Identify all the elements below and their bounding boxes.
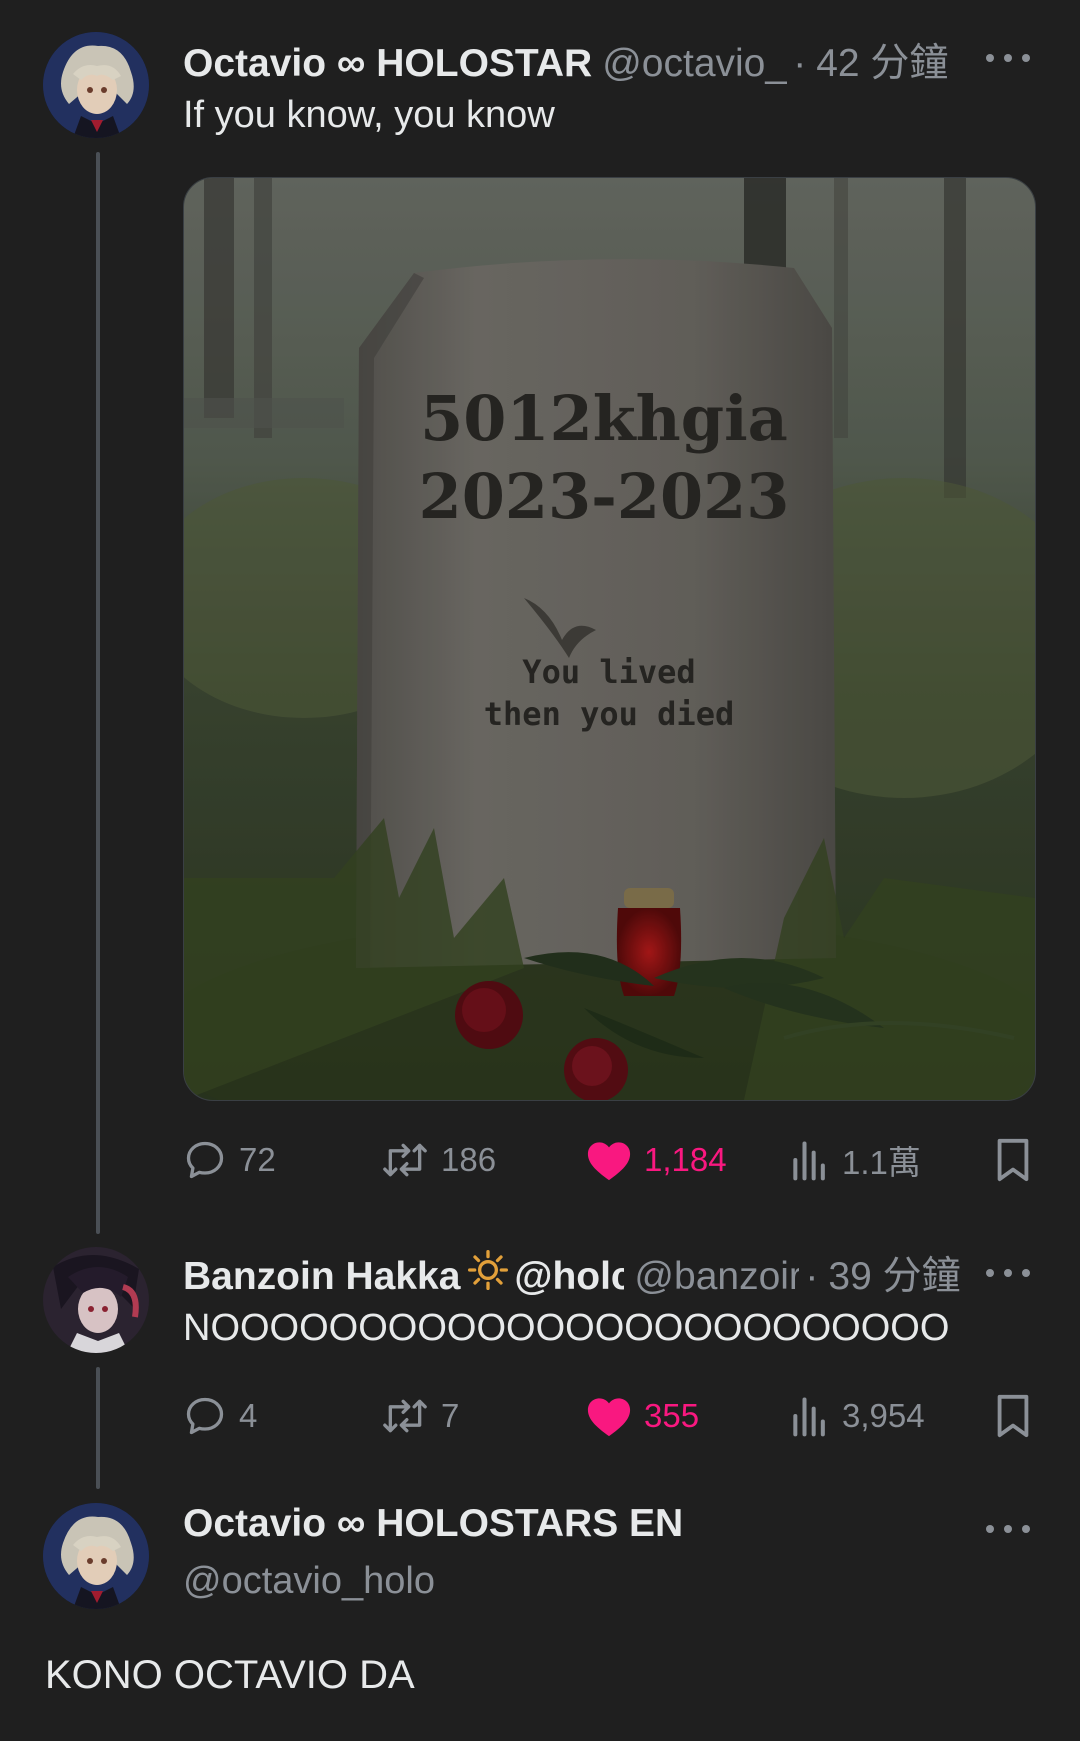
- display-name-extra: @holc: [514, 1255, 625, 1298]
- reply-icon: [186, 1397, 224, 1435]
- tweet-text: If you know, you know: [183, 94, 555, 136]
- tweet-header: Banzoin Hakka @holc @banzoir · 39 分鐘: [183, 1245, 961, 1298]
- more-options-icon[interactable]: [986, 1519, 1030, 1539]
- avatar[interactable]: [43, 1247, 149, 1353]
- views-icon: [793, 1141, 825, 1181]
- views-count: 3,954: [842, 1397, 925, 1434]
- repost-icon: [383, 1143, 427, 1177]
- display-name-first: Octavio: [183, 42, 327, 85]
- user-handle[interactable]: @octavio_l: [602, 42, 787, 86]
- display-name-suffix: HOLOSTAR: [376, 42, 593, 85]
- display-name[interactable]: Octavio ∞ HOLOSTARS EN: [183, 1501, 683, 1546]
- tweet-text: KONO OCTAVIO DA: [45, 1653, 415, 1697]
- infinity-icon: ∞: [336, 41, 366, 85]
- repost-count: 186: [441, 1141, 497, 1178]
- timestamp[interactable]: 39 分鐘: [828, 1245, 960, 1301]
- avatar[interactable]: [43, 32, 149, 138]
- like-button[interactable]: 1,184: [586, 1135, 727, 1185]
- display-name[interactable]: Octavio ∞ HOLOSTAR: [183, 41, 592, 86]
- repost-count: 7: [441, 1397, 460, 1434]
- repost-button[interactable]: 186: [381, 1135, 496, 1185]
- like-count: 1,184: [644, 1141, 727, 1178]
- tweet-header: Octavio ∞ HOLOSTARS EN: [183, 1501, 683, 1551]
- heart-icon: [587, 1142, 631, 1181]
- reply-count: 4: [239, 1397, 258, 1434]
- reply-button[interactable]: 4: [183, 1391, 257, 1441]
- like-button[interactable]: 355: [586, 1391, 699, 1441]
- separator-dot: ·: [793, 42, 807, 85]
- views-count: 1.1萬: [842, 1144, 921, 1181]
- sun-icon: [468, 1250, 509, 1290]
- infinity-icon: ∞: [336, 1501, 366, 1545]
- bookmark-button[interactable]: [993, 1391, 1033, 1441]
- thread-line: [96, 152, 100, 1234]
- tweet-actions: 72 186 1,184 1.1萬: [183, 1135, 1033, 1185]
- tweet-image[interactable]: 5012khgia 2023-2023 You lived then you d…: [183, 177, 1036, 1101]
- bookmark-button[interactable]: [993, 1135, 1033, 1185]
- tweet-actions: 4 7 355 3,954: [183, 1391, 1033, 1441]
- tweet-text: NOOOOOOOOOOOOOOOOOOOOOOOOO: [183, 1307, 950, 1349]
- reply-icon: [186, 1141, 224, 1179]
- reply-count: 72: [239, 1141, 276, 1178]
- user-handle[interactable]: @octavio_holo: [183, 1560, 435, 1603]
- views-button[interactable]: 1.1萬: [790, 1135, 921, 1185]
- like-count: 355: [644, 1397, 700, 1434]
- more-options-icon[interactable]: [986, 1263, 1030, 1283]
- thread-line: [96, 1367, 100, 1489]
- separator-dot: ·: [805, 1255, 819, 1298]
- display-name-first: Octavio: [183, 1502, 327, 1545]
- bookmark-icon: [997, 1394, 1029, 1438]
- more-options-icon[interactable]: [986, 48, 1030, 68]
- views-button[interactable]: 3,954: [790, 1391, 925, 1441]
- timestamp[interactable]: 42 分鐘: [816, 32, 948, 88]
- avatar[interactable]: [43, 1503, 149, 1609]
- reply-button[interactable]: 72: [183, 1135, 276, 1185]
- bookmark-icon: [997, 1138, 1029, 1182]
- repost-button[interactable]: 7: [381, 1391, 459, 1441]
- display-name-first: Banzoin Hakka: [183, 1255, 461, 1298]
- tweet-header: Octavio ∞ HOLOSTAR @octavio_l · 42 分鐘: [183, 32, 948, 85]
- user-handle[interactable]: @banzoir: [634, 1255, 799, 1299]
- display-name-suffix: HOLOSTARS EN: [376, 1502, 684, 1545]
- views-icon: [793, 1397, 825, 1437]
- repost-icon: [383, 1399, 427, 1433]
- heart-icon: [587, 1398, 631, 1437]
- display-name[interactable]: Banzoin Hakka: [183, 1255, 460, 1299]
